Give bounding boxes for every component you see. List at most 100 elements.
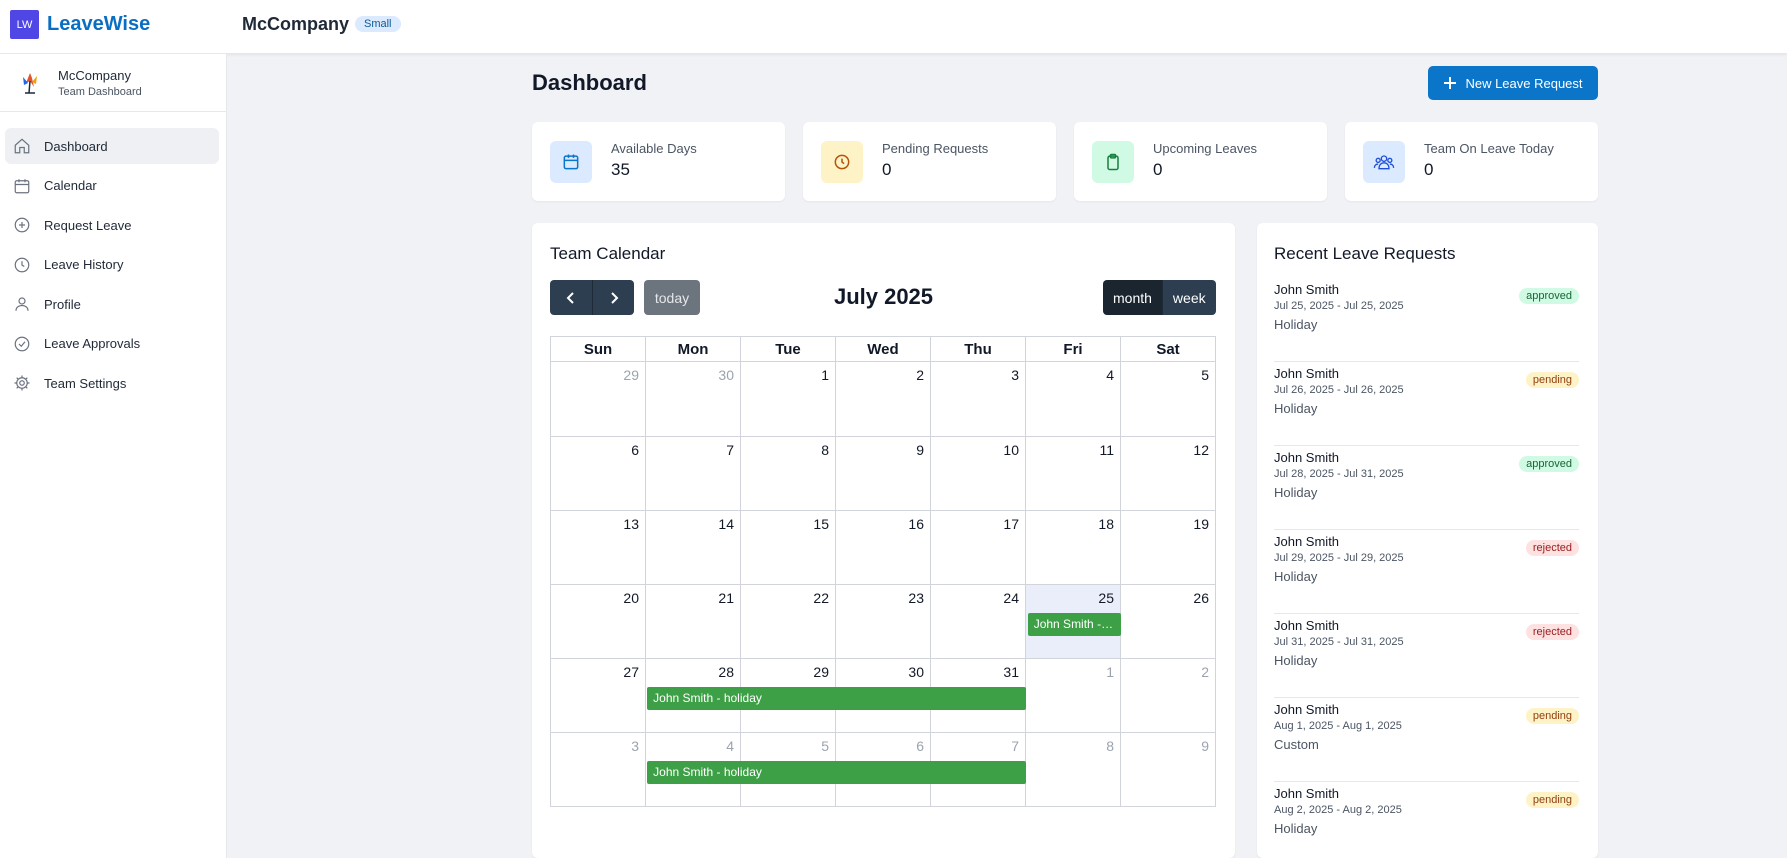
sidebar-item-profile[interactable]: Profile bbox=[5, 286, 219, 322]
status-badge: rejected bbox=[1525, 624, 1579, 640]
leave-request-type: Holiday bbox=[1274, 821, 1318, 836]
calendar-day-cell[interactable]: 8 bbox=[740, 437, 835, 510]
sidebar-item-dashboard[interactable]: Dashboard bbox=[5, 128, 219, 164]
calendar-day-cell[interactable]: 19 bbox=[1120, 511, 1215, 584]
calendar-day-cell[interactable]: 26 bbox=[1120, 585, 1215, 658]
leave-request-item[interactable]: John Smith Aug 1, 2025 - Aug 1, 2025 Custo… bbox=[1274, 698, 1579, 782]
stat-card-team-on-leave: Team On Leave Today 0 bbox=[1345, 122, 1598, 201]
calendar-day-cell[interactable]: 16 bbox=[835, 511, 930, 584]
sidebar-item-request-leave[interactable]: Request Leave bbox=[5, 207, 219, 243]
calendar-day-cell[interactable]: 22 bbox=[740, 585, 835, 658]
calendar-day-cell[interactable]: 12 bbox=[1120, 437, 1215, 510]
calendar-day-cell[interactable]: 5 bbox=[1120, 362, 1215, 436]
sidebar-item-leave-approvals[interactable]: Leave Approvals bbox=[5, 326, 219, 362]
recent-leave-requests-card: Recent Leave Requests John Smith Jul 25, … bbox=[1257, 223, 1598, 858]
calendar-day-number: 5 bbox=[821, 738, 829, 754]
recent-requests-list: John Smith Jul 25, 2025 - Jul 25, 2025 Hol… bbox=[1274, 278, 1579, 858]
leave-request-dates: Jul 26, 2025 - Jul 26, 2025 bbox=[1274, 384, 1404, 396]
leave-request-dates: Jul 28, 2025 - Jul 31, 2025 bbox=[1274, 468, 1404, 480]
calendar-day-cell[interactable]: 14 bbox=[645, 511, 740, 584]
recent-requests-title: Recent Leave Requests bbox=[1274, 244, 1456, 263]
calendar-day-cell[interactable]: 4 bbox=[1025, 362, 1120, 436]
calendar-day-cell[interactable]: 27 bbox=[551, 659, 645, 732]
sidebar-item-team-settings[interactable]: Team Settings bbox=[5, 365, 219, 401]
app-logo[interactable]: LW bbox=[10, 10, 39, 39]
month-view-button[interactable]: month bbox=[1103, 280, 1162, 315]
calendar-day-cell[interactable]: 18 bbox=[1025, 511, 1120, 584]
calendar-day-number: 4 bbox=[726, 738, 734, 754]
leave-request-type: Holiday bbox=[1274, 401, 1318, 416]
leave-request-name: John Smith bbox=[1274, 282, 1340, 297]
sidebar-item-label: Calendar bbox=[44, 178, 97, 193]
calendar-day-number: 29 bbox=[813, 664, 829, 680]
leave-request-item[interactable]: John Smith Jul 28, 2025 - Jul 31, 2025 Hol… bbox=[1274, 446, 1579, 530]
calendar-day-number: 9 bbox=[916, 442, 924, 458]
gear-icon bbox=[12, 373, 32, 393]
calendar-day-cell[interactable]: 3 bbox=[930, 362, 1025, 436]
leave-request-type: Holiday bbox=[1274, 653, 1318, 668]
weekday-label: Thu bbox=[930, 337, 1025, 361]
calendar-day-cell[interactable]: 9 bbox=[1120, 733, 1215, 806]
leave-request-item[interactable]: John Smith Jul 26, 2025 - Jul 26, 2025 Hol… bbox=[1274, 362, 1579, 446]
calendar-day-cell[interactable]: 9 bbox=[835, 437, 930, 510]
calendar-day-cell[interactable]: 20 bbox=[551, 585, 645, 658]
app-name[interactable]: LeaveWise bbox=[47, 13, 150, 36]
leave-request-item[interactable]: John Smith Jul 29, 2025 - Jul 29, 2025 Hol… bbox=[1274, 530, 1579, 614]
new-leave-request-button[interactable]: New Leave Request bbox=[1428, 66, 1598, 100]
sidebar-item-label: Request Leave bbox=[44, 217, 132, 233]
clock-icon bbox=[12, 255, 32, 275]
company-name: McCompany bbox=[242, 14, 350, 34]
calendar-day-cell[interactable]: 29 bbox=[551, 362, 645, 436]
calendar-day-number: 24 bbox=[1003, 590, 1019, 606]
weekday-label: Sat bbox=[1120, 337, 1215, 361]
calendar-day-cell[interactable]: 8 bbox=[1025, 733, 1120, 806]
calendar-day-number: 21 bbox=[718, 590, 734, 606]
calendar-day-number: 28 bbox=[718, 664, 734, 680]
calendar-day-number: 1 bbox=[1106, 664, 1114, 680]
calendar-day-cell[interactable]: 10 bbox=[930, 437, 1025, 510]
stat-label: Pending Requests bbox=[882, 141, 989, 156]
sidebar-item-label: Leave Approvals bbox=[44, 336, 141, 351]
org-subtitle: Team Dashboard bbox=[58, 86, 142, 98]
calendar-day-cell[interactable]: 17 bbox=[930, 511, 1025, 584]
sidebar-item-label: Leave History bbox=[44, 257, 124, 272]
leave-request-item[interactable]: John Smith Jul 25, 2025 - Jul 25, 2025 Hol… bbox=[1274, 278, 1579, 362]
calendar-day-number: 18 bbox=[1098, 516, 1114, 532]
calendar-day-number: 10 bbox=[1003, 442, 1019, 458]
stat-card-pending-requests: Pending Requests 0 bbox=[803, 122, 1056, 201]
sidebar-nav: Dashboard Calendar Request Leave Leave H… bbox=[5, 128, 219, 405]
calendar-day-cell[interactable]: 6 bbox=[551, 437, 645, 510]
calendar-day-cell[interactable]: 2 bbox=[1120, 659, 1215, 732]
calendar-day-cell[interactable]: 24 bbox=[930, 585, 1025, 658]
sidebar-item-leave-history[interactable]: Leave History bbox=[5, 247, 219, 283]
status-badge: approved bbox=[1519, 456, 1579, 472]
calendar-view-group: month week bbox=[1103, 280, 1216, 315]
calendar-day-cell[interactable]: 1 bbox=[1025, 659, 1120, 732]
sidebar-item-calendar[interactable]: Calendar bbox=[5, 168, 219, 204]
calendar-event[interactable]: John Smith -… bbox=[1027, 613, 1121, 636]
calendar-day-number: 19 bbox=[1193, 516, 1209, 532]
calendar-day-number: 31 bbox=[1003, 664, 1019, 680]
calendar-event[interactable]: John Smith - holiday bbox=[647, 761, 1026, 784]
calendar-day-cell[interactable]: 7 bbox=[645, 437, 740, 510]
sidebar-item-label: Profile bbox=[44, 296, 81, 312]
team-calendar-title: Team Calendar bbox=[550, 244, 666, 263]
stat-value: 0 bbox=[882, 160, 892, 179]
plus-circle-icon bbox=[12, 215, 32, 235]
calendar-day-cell[interactable]: 15 bbox=[740, 511, 835, 584]
weekday-label: Fri bbox=[1025, 337, 1120, 361]
calendar-day-cell[interactable]: 3 bbox=[551, 733, 645, 806]
calendar-icon bbox=[12, 176, 32, 196]
week-view-button[interactable]: week bbox=[1161, 280, 1216, 315]
calendar-event[interactable]: John Smith - holiday bbox=[647, 687, 1026, 710]
calendar-day-cell[interactable]: 30 bbox=[645, 362, 740, 436]
calendar-day-cell[interactable]: 23 bbox=[835, 585, 930, 658]
calendar-day-cell[interactable]: 2 bbox=[835, 362, 930, 436]
leave-request-item[interactable]: John Smith Aug 2, 2025 - Aug 2, 2025 Holid… bbox=[1274, 782, 1579, 858]
calendar-day-cell[interactable]: 21 bbox=[645, 585, 740, 658]
leave-request-item[interactable]: John Smith Jul 31, 2025 - Jul 31, 2025 Hol… bbox=[1274, 614, 1579, 698]
plus-icon bbox=[1444, 77, 1457, 89]
calendar-day-cell[interactable]: 13 bbox=[551, 511, 645, 584]
calendar-day-cell[interactable]: 11 bbox=[1025, 437, 1120, 510]
calendar-day-cell[interactable]: 1 bbox=[740, 362, 835, 436]
